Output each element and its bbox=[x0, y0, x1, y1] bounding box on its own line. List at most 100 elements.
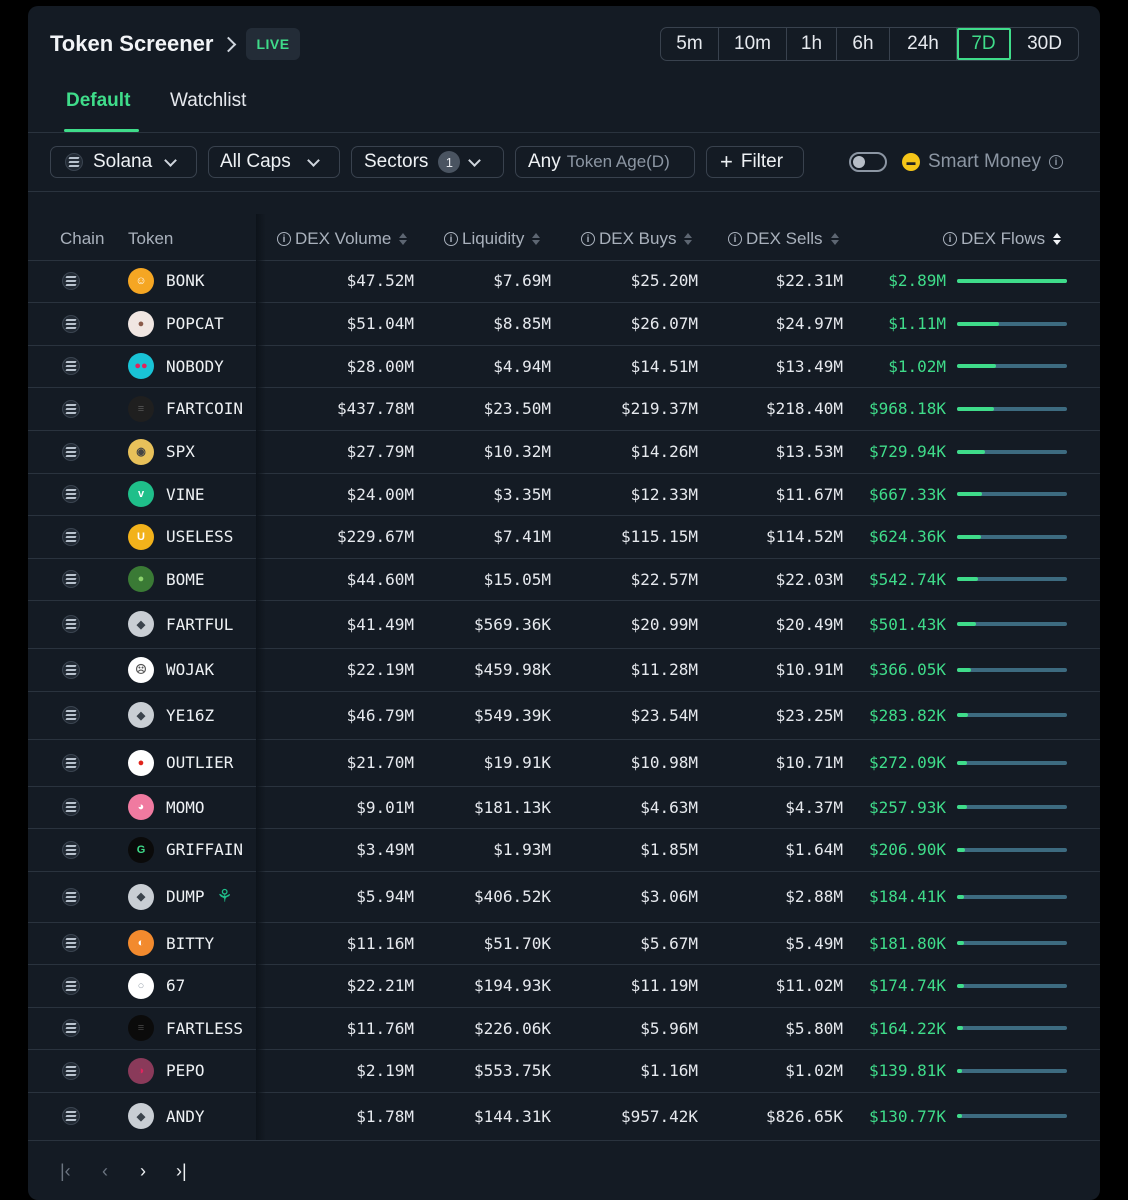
column-header-dex-flows[interactable]: i DEX Flows bbox=[943, 229, 1062, 249]
token-cell[interactable]: ◆ YE16Z bbox=[128, 691, 214, 739]
table-row[interactable]: ≡ FARTCOIN $437.78M $23.50M $219.37M $218.40M… bbox=[28, 387, 1100, 431]
timeframe-6h-button[interactable]: 6h bbox=[837, 28, 890, 60]
table-row[interactable]: ◆ YE16Z $46.79M $549.39K $23.54M $23.25M $283.… bbox=[28, 691, 1100, 740]
token-name[interactable]: BOME bbox=[166, 570, 205, 589]
token-cell[interactable]: ◉ SPX bbox=[128, 430, 195, 473]
timeframe-10m-button[interactable]: 10m bbox=[719, 28, 787, 60]
token-cell[interactable]: ◆ ANDY bbox=[128, 1092, 205, 1140]
table-row[interactable]: ●● NOBODY $28.00M $4.94M $14.51M $13.49M $1.02… bbox=[28, 345, 1100, 388]
token-cell[interactable]: v VINE bbox=[128, 473, 205, 515]
table-row[interactable]: ◆ FARTFUL $41.49M $569.36K $20.99M $20.49M $50… bbox=[28, 600, 1100, 649]
table-row[interactable]: ○ 67 $22.21M $194.93K $11.19M $11.02M $174.74K bbox=[28, 964, 1100, 1008]
table-row[interactable]: ☺ BONK $47.52M $7.69M $25.20M $22.31M $2.89M bbox=[28, 259, 1100, 303]
column-header-dex-buys[interactable]: i DEX Buys bbox=[581, 229, 693, 249]
column-header-liquidity[interactable]: i Liquidity bbox=[444, 229, 541, 249]
info-icon[interactable]: i bbox=[581, 232, 595, 246]
table-row[interactable]: ☹ WOJAK $22.19M $459.98K $11.28M $10.91M $366.… bbox=[28, 648, 1100, 692]
table-row[interactable]: ◕ MOMO $9.01M $181.13K $4.63M $4.37M $257.93K bbox=[28, 786, 1100, 829]
tab-default[interactable]: Default bbox=[66, 90, 130, 112]
tab-watchlist[interactable]: Watchlist bbox=[170, 90, 246, 112]
sectors-count-badge: 1 bbox=[438, 151, 461, 173]
token-cell[interactable]: ☺ BONK bbox=[128, 259, 205, 302]
dex-buys-value: $20.99M bbox=[630, 614, 698, 634]
token-name[interactable]: ANDY bbox=[166, 1107, 205, 1126]
last-page-icon[interactable]: ›| bbox=[176, 1161, 187, 1182]
timeframe-5m-button[interactable]: 5m bbox=[661, 28, 719, 60]
token-cell[interactable]: ● OUTLIER bbox=[128, 739, 233, 786]
token-name[interactable]: DUMP bbox=[166, 887, 205, 906]
table-row[interactable]: ● POPCAT $51.04M $8.85M $26.07M $24.97M $1.11M bbox=[28, 302, 1100, 346]
timeframe-7d-button[interactable]: 7D bbox=[957, 28, 1011, 60]
solana-chain-icon bbox=[62, 442, 80, 461]
token-name[interactable]: BONK bbox=[166, 271, 205, 290]
table-row[interactable]: ◆ DUMP ⚘ $5.94M $406.52K $3.06M $2.88M $184.41K bbox=[28, 871, 1100, 923]
token-cell[interactable]: ◆ FARTFUL bbox=[128, 600, 233, 648]
prev-page-icon[interactable]: ‹ bbox=[102, 1161, 108, 1182]
info-icon[interactable]: i bbox=[277, 232, 291, 246]
timeframe-24h-button[interactable]: 24h bbox=[890, 28, 957, 60]
token-age-filter[interactable]: Any Token Age(D) bbox=[515, 146, 695, 178]
table-row[interactable]: ≡ FARTLESS $11.76M $226.06K $5.96M $5.80M $164… bbox=[28, 1007, 1100, 1050]
timeframe-1h-button[interactable]: 1h bbox=[787, 28, 837, 60]
liquidity-value: $549.39K bbox=[473, 705, 551, 725]
token-name[interactable]: WOJAK bbox=[166, 660, 214, 679]
column-header-dex-volume[interactable]: i DEX Volume bbox=[277, 229, 408, 249]
token-cell[interactable]: ≡ FARTLESS bbox=[128, 1007, 243, 1049]
table-row[interactable]: G GRIFFAIN $3.49M $1.93M $1.85M $1.64M $206.90… bbox=[28, 828, 1100, 872]
token-cell[interactable]: ● POPCAT bbox=[128, 302, 224, 345]
dex-flow-bar bbox=[957, 1068, 1067, 1073]
next-page-icon[interactable]: › bbox=[140, 1161, 146, 1182]
dex-buys-value: $3.06M bbox=[640, 887, 698, 906]
table-row[interactable]: v VINE $24.00M $3.35M $12.33M $11.67M $667.33K bbox=[28, 473, 1100, 516]
token-logo-icon: ◉ bbox=[128, 438, 154, 465]
token-cell[interactable]: ≡ FARTCOIN bbox=[128, 387, 243, 430]
table-row[interactable]: ● OUTLIER $21.70M $19.91K $10.98M $10.71M $272… bbox=[28, 739, 1100, 787]
token-cell[interactable]: ☹ WOJAK bbox=[128, 648, 214, 691]
token-cell[interactable]: ◑ PEPO bbox=[128, 1049, 205, 1092]
info-icon[interactable]: i bbox=[943, 232, 957, 246]
timeframe-30d-button[interactable]: 30D bbox=[1011, 28, 1078, 60]
column-header-dex-sells[interactable]: i DEX Sells bbox=[728, 229, 839, 249]
token-name[interactable]: FARTCOIN bbox=[166, 399, 243, 418]
caps-filter-dropdown[interactable]: All Caps bbox=[208, 146, 340, 178]
table-row[interactable]: ◆ ANDY $1.78M $144.31K $957.42K $826.65K $130.… bbox=[28, 1092, 1100, 1141]
table-row[interactable]: ◐ BITTY $11.16M $51.70K $5.67M $5.49M $181.80K bbox=[28, 922, 1100, 965]
table-row[interactable]: ● BOME $44.60M $15.05M $22.57M $22.03M $542.74… bbox=[28, 558, 1100, 601]
token-name[interactable]: YE16Z bbox=[166, 706, 214, 725]
token-name[interactable]: PEPO bbox=[166, 1061, 205, 1080]
token-name[interactable]: SPX bbox=[166, 442, 195, 461]
token-name[interactable]: 67 bbox=[166, 976, 185, 995]
token-cell[interactable]: ◐ BITTY bbox=[128, 922, 214, 964]
column-header-dex-volume-label: DEX Volume bbox=[295, 229, 392, 248]
token-cell[interactable]: ● BOME bbox=[128, 558, 205, 600]
token-name[interactable]: POPCAT bbox=[166, 314, 224, 333]
table-row[interactable]: ◉ SPX $27.79M $10.32M $14.26M $13.53M $729.94K bbox=[28, 430, 1100, 474]
smart-money-toggle[interactable] bbox=[849, 152, 887, 172]
add-filter-button[interactable]: + Filter bbox=[706, 146, 804, 178]
token-cell[interactable]: G GRIFFAIN bbox=[128, 828, 243, 871]
chain-filter-dropdown[interactable]: Solana bbox=[50, 146, 197, 178]
token-name[interactable]: BITTY bbox=[166, 934, 214, 953]
info-icon[interactable]: i bbox=[444, 232, 458, 246]
token-cell[interactable]: ○ 67 bbox=[128, 964, 185, 1007]
token-name[interactable]: FARTFUL bbox=[166, 615, 233, 634]
table-row[interactable]: ◑ PEPO $2.19M $553.75K $1.16M $1.02M $139.81K bbox=[28, 1049, 1100, 1093]
token-name[interactable]: GRIFFAIN bbox=[166, 840, 243, 859]
page-title[interactable]: Token Screener bbox=[50, 31, 237, 57]
token-cell[interactable]: ●● NOBODY bbox=[128, 345, 224, 387]
token-name[interactable]: OUTLIER bbox=[166, 753, 233, 772]
first-page-icon[interactable]: |‹ bbox=[60, 1161, 71, 1182]
token-logo-icon: ≡ bbox=[128, 1015, 154, 1041]
token-name[interactable]: FARTLESS bbox=[166, 1019, 243, 1038]
token-cell[interactable]: ◆ DUMP ⚘ bbox=[128, 871, 233, 922]
token-cell[interactable]: ◕ MOMO bbox=[128, 786, 205, 828]
token-name[interactable]: NOBODY bbox=[166, 357, 224, 376]
sectors-filter-dropdown[interactable]: Sectors 1 bbox=[351, 146, 504, 178]
table-row[interactable]: U USELESS $229.67M $7.41M $115.15M $114.52M $6… bbox=[28, 515, 1100, 559]
info-icon[interactable]: i bbox=[1048, 155, 1063, 169]
token-name[interactable]: VINE bbox=[166, 485, 205, 504]
token-cell[interactable]: U USELESS bbox=[128, 515, 233, 558]
token-name[interactable]: MOMO bbox=[166, 798, 205, 817]
info-icon[interactable]: i bbox=[728, 232, 742, 246]
token-name[interactable]: USELESS bbox=[166, 527, 233, 546]
